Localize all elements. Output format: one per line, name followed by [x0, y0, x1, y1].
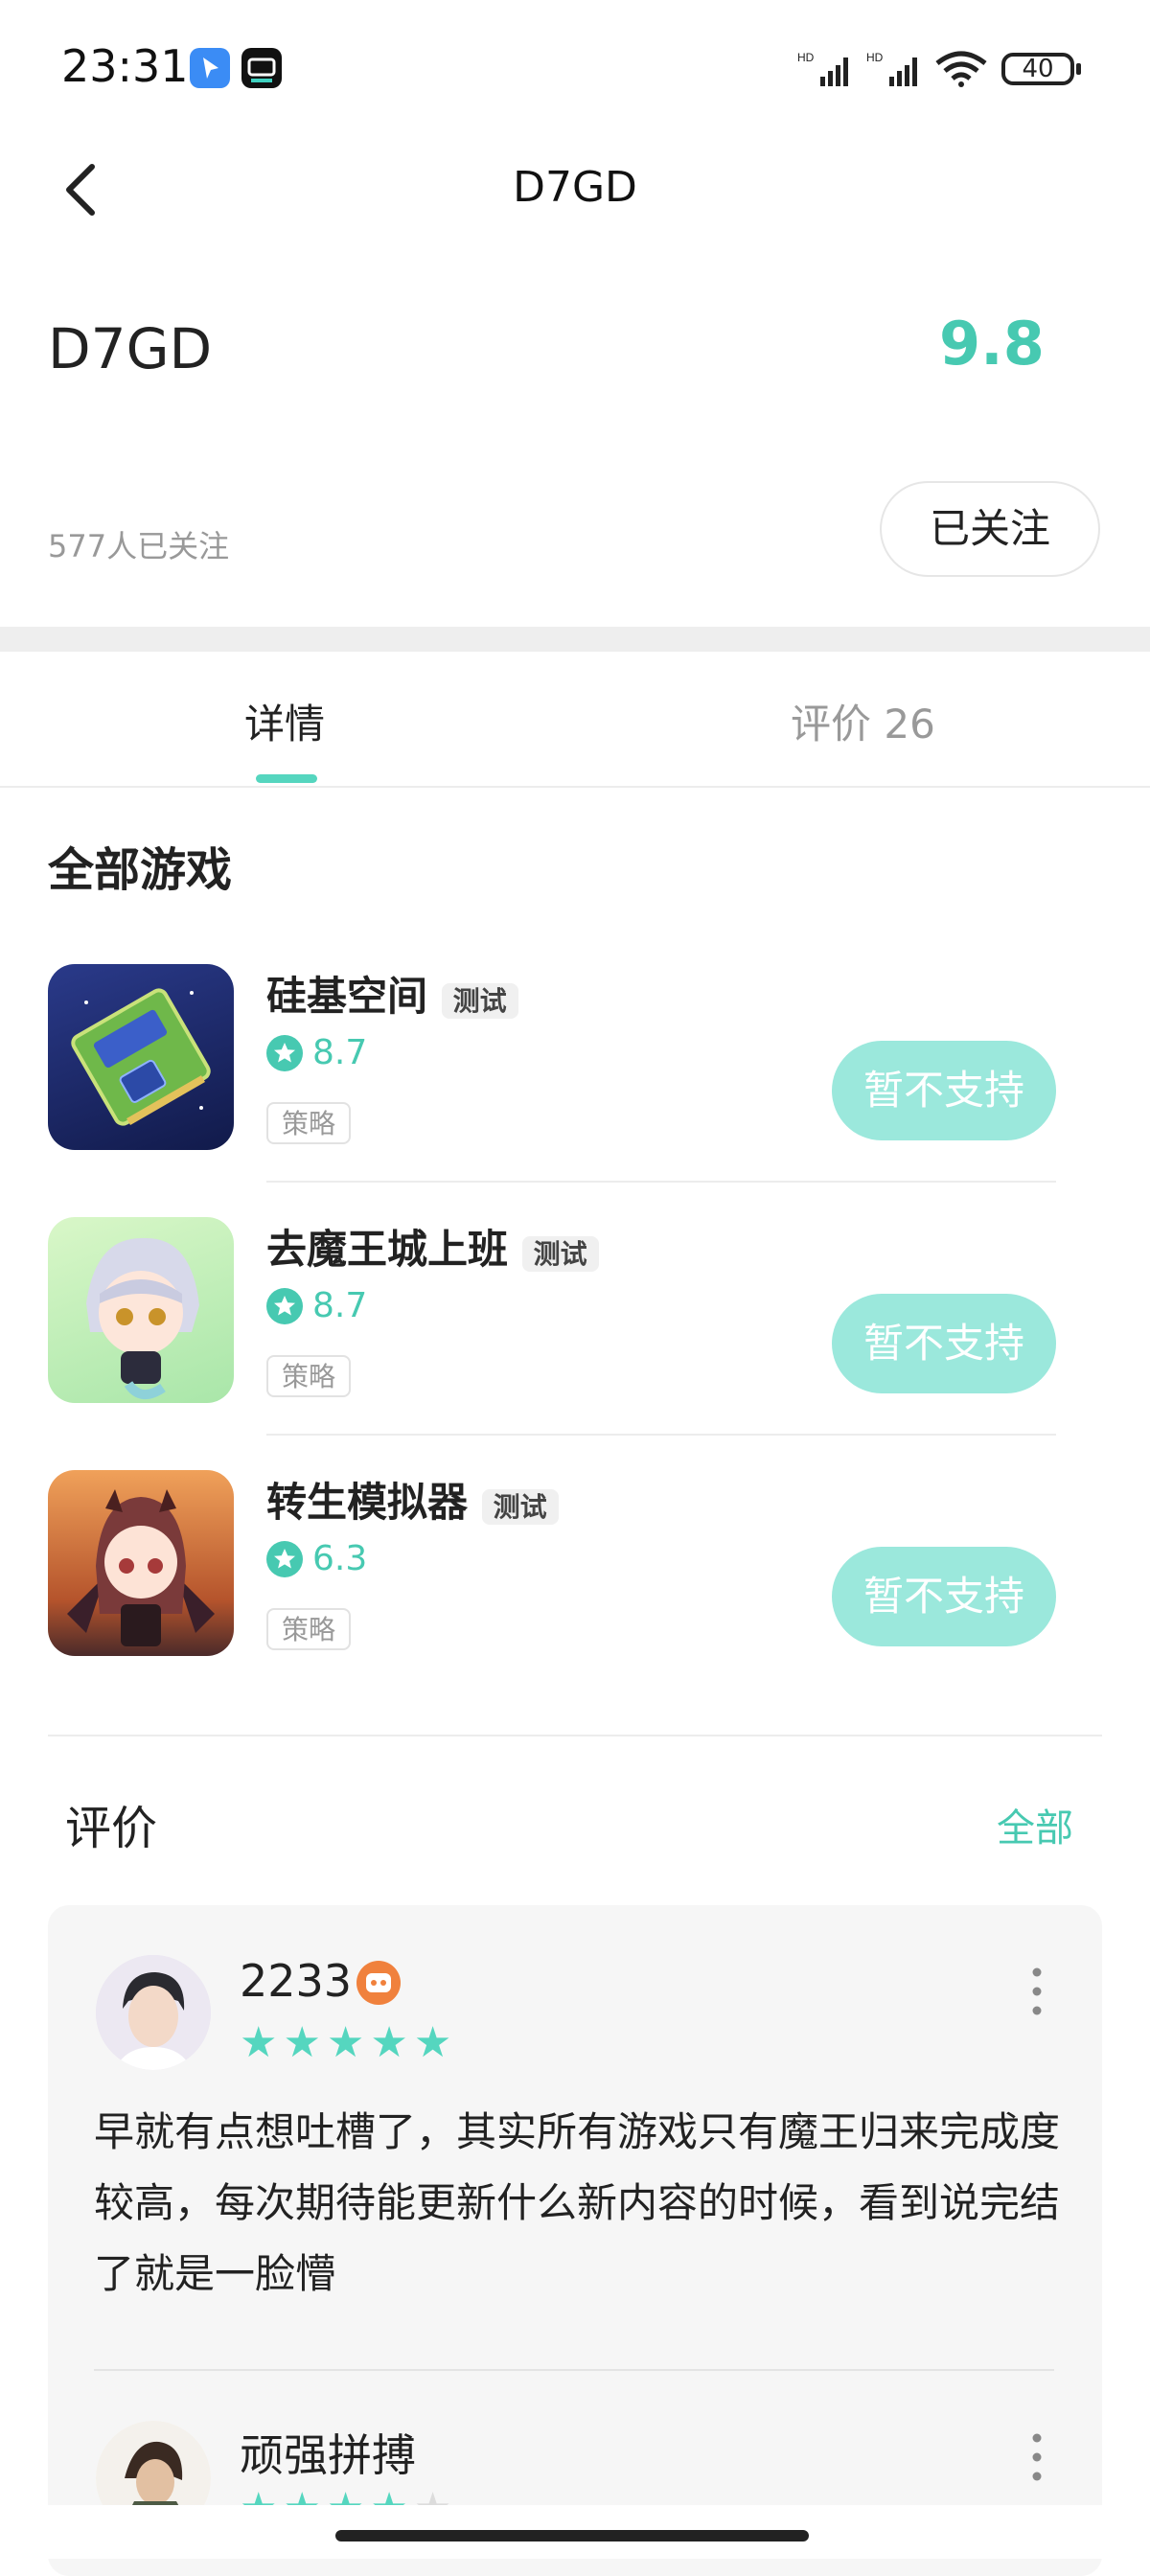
star-icon	[266, 1541, 303, 1577]
navigation-app-icon	[190, 48, 230, 88]
games-section-title: 全部游戏	[48, 843, 233, 897]
review-user-name[interactable]: 2233	[240, 1955, 352, 2007]
signal-icon-2: HD	[866, 50, 924, 88]
status-time: 23:31	[61, 40, 189, 92]
genre-tag: 策略	[266, 1355, 352, 1397]
review-text: 早就有点想吐槽了，其实所有游戏只有魔王归来完成度较高，每次期待能更新什么新内容的…	[94, 2108, 1061, 2297]
test-tag: 测试	[441, 983, 518, 1019]
tab-reviews[interactable]: 评价 26	[791, 692, 935, 750]
game-row[interactable]: 去魔王城上班 测试 8.7 策略 暂不支持	[0, 1211, 1150, 1464]
game-icon-demon-castle	[48, 1217, 234, 1403]
star-icon: ★	[370, 2018, 408, 2067]
game-name: 硅基空间	[266, 973, 428, 1020]
star-icon	[266, 1288, 303, 1324]
row-divider	[266, 1181, 1056, 1183]
row-divider	[266, 1434, 1056, 1436]
genre-tag: 策略	[266, 1608, 352, 1650]
signal-label-1: HD	[797, 51, 815, 64]
battery-tip	[1076, 63, 1081, 75]
game-row[interactable]: 硅基空间 测试 8.7 策略 暂不支持	[0, 958, 1150, 1211]
tv-app-icon	[242, 48, 282, 88]
avatar[interactable]	[96, 1955, 211, 2070]
reviews-divider	[48, 1735, 1102, 1736]
star-icon: ★	[413, 2018, 452, 2067]
tab-indicator	[256, 774, 317, 783]
review-stars: ★★★★★	[240, 2018, 457, 2067]
tab-details[interactable]: 详情	[244, 692, 325, 750]
page-title: D7GD	[513, 163, 637, 212]
unsupported-button[interactable]: 暂不支持	[832, 1041, 1056, 1140]
follower-count: 577人已关注	[48, 528, 230, 564]
unsupported-button[interactable]: 暂不支持	[832, 1294, 1056, 1393]
test-tag: 测试	[481, 1489, 559, 1525]
star-icon: ★	[240, 2018, 278, 2067]
reviews-all-link[interactable]: 全部	[997, 1797, 1073, 1852]
battery-icon: 40	[1001, 53, 1074, 85]
card-divider	[94, 2369, 1054, 2371]
more-options-icon[interactable]	[1031, 2432, 1043, 2482]
follow-button[interactable]: 已关注	[880, 481, 1100, 577]
game-row[interactable]: 转生模拟器 测试 6.3 策略 暂不支持	[0, 1464, 1150, 1717]
more-options-icon[interactable]	[1031, 1966, 1043, 2016]
signal-icon-1: HD	[797, 50, 855, 88]
developer-score: 9.8	[939, 309, 1045, 379]
home-indicator[interactable]	[335, 2530, 809, 2542]
star-icon	[266, 1035, 303, 1071]
test-tag: 测试	[521, 1236, 599, 1272]
user-badge-icon	[356, 1961, 401, 2005]
star-icon: ★	[283, 2018, 321, 2067]
unsupported-button[interactable]: 暂不支持	[832, 1547, 1056, 1646]
game-icon-silicon-space	[48, 964, 234, 1150]
reviews-section-title: 评价	[65, 1802, 158, 1855]
game-icon-reincarnation-simulator	[48, 1470, 234, 1656]
game-rating: 6.3	[312, 1539, 368, 1578]
genre-tag: 策略	[266, 1102, 352, 1144]
tab-divider	[0, 786, 1150, 788]
signal-label-2: HD	[866, 51, 884, 64]
section-divider	[0, 627, 1150, 652]
game-name: 去魔王城上班	[266, 1226, 509, 1273]
review-user-name[interactable]: 顽强拼搏	[240, 2421, 416, 2484]
wifi-icon	[933, 50, 989, 92]
game-rating: 8.7	[312, 1286, 368, 1325]
game-name: 转生模拟器	[266, 1479, 469, 1526]
star-icon: ★	[326, 2018, 365, 2067]
game-rating: 8.7	[312, 1033, 368, 1072]
developer-name: D7GD	[48, 316, 213, 381]
